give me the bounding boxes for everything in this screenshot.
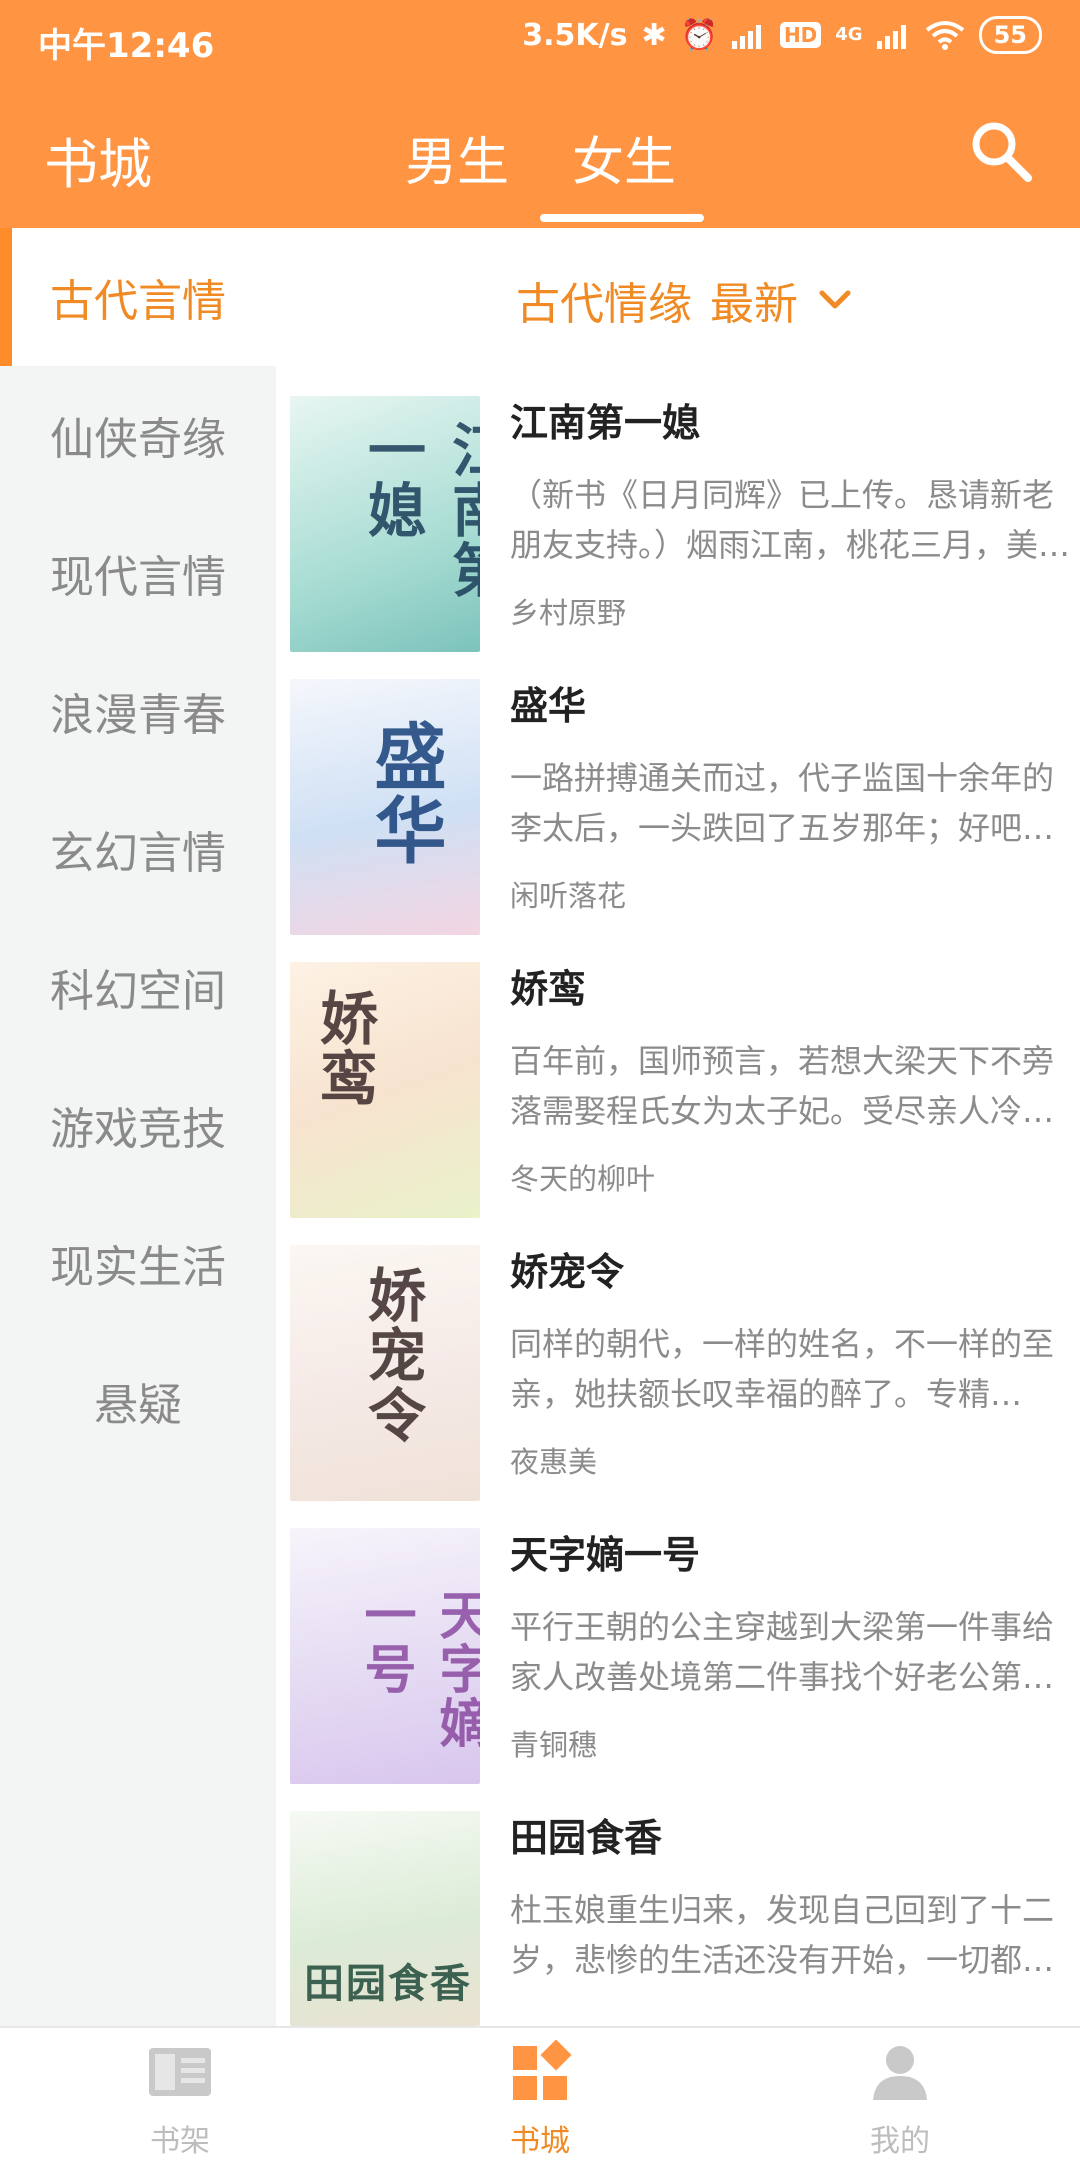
sidebar-item-label: 玄幻言情 [50,828,226,879]
sidebar-item-label: 古代言情 [50,276,226,327]
network-type: 4G [835,24,863,45]
book-info: 田园食香 杜玉娘重生归来，发现自己回到了十二岁，悲惨的生活还没有开始，一切都来得… [510,1811,1080,1985]
sidebar-item-modern-romance[interactable]: 现代言情 [0,504,276,642]
nav-label: 书架 [150,2124,210,2159]
search-icon[interactable] [966,116,1036,186]
book-title: 江南第一媳 [510,401,701,445]
book-cover: 江南第一媳 [290,396,480,652]
hd-badge: HD [779,22,822,48]
book-description: 杜玉娘重生归来，发现自己回到了十二岁，悲惨的生活还没有开始，一切都来得及…… [510,1891,1055,1979]
status-icons: 3.5K/s ✱ ⏰ HD 4G 55 [522,16,1042,54]
nav-profile[interactable]: 我的 [800,2040,1000,2160]
bluetooth-icon: ✱ [641,17,667,53]
status-time: 中午12:46 [38,26,215,66]
book-cover: 娇鸾 [290,962,480,1218]
book-author: 青铜穗 [510,1728,598,1762]
bookshelf-icon [149,2048,211,2096]
sidebar-item-label: 科幻空间 [50,966,226,1017]
book-author: 乡村原野 [510,596,627,630]
wifi-icon [925,21,964,50]
sidebar-item-label: 仙侠奇缘 [50,414,226,465]
book-author: 夜惠美 [510,1445,598,1479]
signal-icon [731,25,761,49]
bottom-nav: 书架 书城 我的 [0,2026,1080,2160]
book-description: （新书《日月同辉》已上传。恳请新老朋友支持。）烟雨江南，桃花三月，美人如玉，才子… [510,476,1071,564]
tab-active-indicator [540,214,704,222]
book-cover: 盛华 [290,679,480,935]
category-sidebar: 古代言情 仙侠奇缘 现代言情 浪漫青春 玄幻言情 科幻空间 游戏竞技 现实生活 … [0,228,276,2026]
chevron-down-icon [819,290,851,309]
book-description: 一路拼搏通关而过，代子监国十余年的李太后，一头跌回了五岁那年；好吧，重新来过…… [510,759,1055,847]
page-title: 书城 [44,133,152,196]
cover-title: 天字嫡一号 [355,1588,480,1750]
filter-sort: 最新 [710,279,798,330]
book-title: 娇宠令 [510,1250,625,1294]
sidebar-item-gaming[interactable]: 游戏竞技 [0,1056,276,1194]
filter-dropdown[interactable]: 古代情缘 最新 [516,268,854,332]
nav-label: 我的 [870,2124,930,2159]
cover-title: 娇宠令 [358,1265,426,1445]
profile-icon [873,2046,927,2100]
net-speed: 3.5K/s [522,17,628,53]
cover-title: 田园食香 [304,1960,472,2007]
book-item[interactable]: 江南第一媳 江南第一媳 （新书《日月同辉》已上传。恳请新老朋友支持。）烟雨江南，… [290,396,1080,676]
book-author: 冬天的柳叶 [510,1162,656,1196]
nav-bookstore[interactable]: 书城 [440,2039,640,2160]
nav-label: 书城 [510,2124,570,2159]
book-item[interactable]: 娇鸾 娇鸾 百年前，国师预言，若想大梁天下不旁落需娶程氏女为太子妃。受尽亲人冷落… [290,962,1080,1242]
sidebar-item-label: 现代言情 [50,552,226,603]
app-header: 中午12:46 3.5K/s ✱ ⏰ HD 4G 55 书城 男生 女生 [0,0,1080,228]
sidebar-item-label: 浪漫青春 [50,690,226,741]
book-item[interactable]: 盛华 盛华 一路拼搏通关而过，代子监国十余年的李太后，一头跌回了五岁那年；好吧，… [290,679,1080,959]
book-info: 天字嫡一号 平行王朝的公主穿越到大梁第一件事给家人改善处境第二件事找个好老公第三… [510,1528,1080,1764]
sidebar-item-label: 现实生活 [50,1242,226,1293]
book-cover: 娇宠令 [290,1245,480,1501]
sidebar-item-ancient-romance[interactable]: 古代言情 [0,228,276,366]
sidebar-item-xianxia[interactable]: 仙侠奇缘 [0,366,276,504]
nav-bookshelf[interactable]: 书架 [80,2040,280,2160]
book-info: 娇宠令 同样的朝代，一样的姓名，不一样的至亲，她扶额长叹幸福的醉了。专精型…… … [510,1245,1080,1481]
cover-title: 娇鸾 [310,988,378,1108]
app-bar: 书城 男生 女生 [0,100,1080,222]
sidebar-item-label: 游戏竞技 [50,1104,226,1155]
book-info: 江南第一媳 （新书《日月同辉》已上传。恳请新老朋友支持。）烟雨江南，桃花三月，美… [510,396,1080,632]
status-bar: 中午12:46 3.5K/s ✱ ⏰ HD 4G 55 [0,0,1080,76]
sidebar-item-mystery[interactable]: 悬疑 [0,1332,276,1470]
tab-male[interactable]: 男生 [405,120,509,195]
tab-female[interactable]: 女生 [572,120,676,195]
book-description: 同样的朝代，一样的姓名，不一样的至亲，她扶额长叹幸福的醉了。专精型…… [510,1325,1055,1413]
battery-indicator: 55 [978,16,1042,54]
cover-title: 江南第一媳 [358,420,480,600]
book-title: 天字嫡一号 [510,1533,701,1577]
sidebar-item-scifi[interactable]: 科幻空间 [0,918,276,1056]
sidebar-item-label: 悬疑 [94,1380,182,1431]
book-title: 盛华 [510,684,587,728]
book-description: 平行王朝的公主穿越到大梁第一件事给家人改善处境第二件事找个好老公第三件…… [510,1608,1055,1696]
book-title: 田园食香 [510,1816,663,1860]
filter-category: 古代情缘 [516,279,692,330]
book-info: 娇鸾 百年前，国师预言，若想大梁天下不旁落需娶程氏女为太子妃。受尽亲人冷落…… … [510,962,1080,1198]
book-cover: 田园食香 [290,1811,480,2026]
sidebar-item-youth[interactable]: 浪漫青春 [0,642,276,780]
book-author: 闲听落花 [510,879,627,913]
signal-icon-2 [876,25,906,49]
sidebar-item-fantasy-romance[interactable]: 玄幻言情 [0,780,276,918]
book-info: 盛华 一路拼搏通关而过，代子监国十余年的李太后，一头跌回了五岁那年；好吧，重新来… [510,679,1080,915]
book-item[interactable]: 天字嫡一号 天字嫡一号 平行王朝的公主穿越到大梁第一件事给家人改善处境第二件事找… [290,1528,1080,1808]
book-item[interactable]: 娇宠令 娇宠令 同样的朝代，一样的姓名，不一样的至亲，她扶额长叹幸福的醉了。专精… [290,1245,1080,1525]
book-description: 百年前，国师预言，若想大梁天下不旁落需娶程氏女为太子妃。受尽亲人冷落…… [510,1042,1055,1130]
cover-title: 盛华 [362,719,447,867]
bookstore-icon [513,2039,572,2100]
sidebar-item-realistic[interactable]: 现实生活 [0,1194,276,1332]
book-title: 娇鸾 [510,967,587,1011]
alarm-icon: ⏰ [680,17,718,53]
book-cover: 天字嫡一号 [290,1528,480,1784]
